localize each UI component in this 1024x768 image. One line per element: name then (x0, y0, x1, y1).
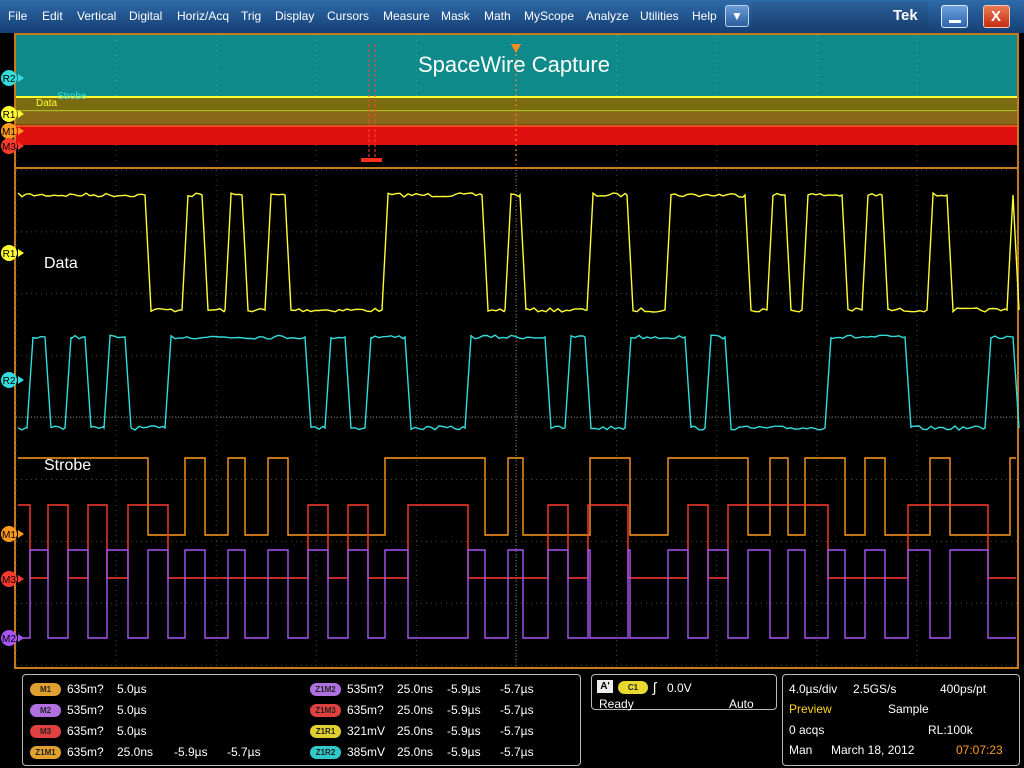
trigger-level: 0.0V (667, 681, 692, 695)
overview-data-label: Data (36, 98, 58, 109)
m3-overview-marker-label: M3 (2, 142, 16, 153)
measurement-badge: Z1M3 (310, 704, 341, 717)
measurement-value: 5.0µs (117, 724, 147, 738)
measurement-value: 535m? (67, 703, 104, 717)
r1-marker-arrow-icon (18, 249, 24, 257)
waveform-display[interactable]: SpaceWire Capture Strobe Data Data Strob… (0, 0, 1024, 668)
m3-marker-arrow-icon (18, 575, 24, 583)
trigger-source-badge: C1 (618, 681, 648, 694)
measurement-badge: M1 (30, 683, 61, 696)
measurement-value: 25.0ns (117, 745, 154, 759)
overview-strobe-label: Strobe (57, 91, 87, 102)
clock-time: 07:07:23 (956, 743, 1003, 757)
measurement-value: -5.9µs (447, 703, 481, 717)
measurement-badge: M3 (30, 725, 61, 738)
date: March 18, 2012 (831, 743, 915, 757)
trigger-state: Ready (599, 697, 634, 711)
sample-rate: 2.5GS/s (853, 682, 897, 696)
measurement-value: -5.9µs (447, 682, 481, 696)
measurement-value: 635m? (67, 724, 104, 738)
acquisition-panel[interactable]: 4.0µs/div 2.5GS/s 400ps/pt Preview Sampl… (782, 674, 1020, 766)
time-per-div: 4.0µs/div (789, 682, 838, 696)
acquisition-mode: Sample (888, 702, 929, 716)
measurement-value: 635m? (67, 745, 104, 759)
measurement-value: -5.9µs (174, 745, 208, 759)
trigger-setting: Man (789, 743, 813, 757)
measurement-value: 321mV (347, 724, 386, 738)
measurement-badge: Z1M1 (30, 746, 61, 759)
measurement-badge: Z1R1 (310, 725, 341, 738)
resolution: 400ps/pt (940, 682, 987, 696)
measurement-value: -5.7µs (500, 724, 534, 738)
measurement-value: -5.7µs (500, 703, 534, 717)
trigger-slope-icon: ʃ (653, 679, 657, 695)
r2-overview-marker-label: R2 (3, 74, 16, 85)
r1-marker-label: R1 (3, 249, 16, 260)
measurement-value: 635m? (347, 703, 384, 717)
measurement-panel[interactable]: M1 635m? 5.0µs M2 535m? 5.0µs M3 635m? 5.0µs Z1M1… (22, 674, 581, 766)
trigger-panel[interactable]: A' C1 ʃ 0.0V Ready Auto (591, 674, 777, 711)
measurement-value: 5.0µs (117, 703, 147, 717)
r2-marker-arrow-icon (18, 376, 24, 384)
m2-marker-arrow-icon (18, 634, 24, 642)
measurement-value: 385mV (347, 745, 386, 759)
measurement-value: 25.0ns (397, 745, 434, 759)
measurement-badge: Z1M2 (310, 683, 341, 696)
preview-status: Preview (789, 702, 832, 716)
measurement-value: -5.7µs (500, 682, 534, 696)
acquisition-count: 0 acqs (789, 723, 825, 737)
overview-r1-band (16, 112, 1017, 124)
measurement-badge: Z1R2 (310, 746, 341, 759)
trigger-mode-badge: A' (597, 680, 613, 693)
r1-overview-marker-label: R1 (3, 110, 16, 121)
r2-marker-label: R2 (3, 376, 16, 387)
m1-overview-marker-label: M1 (2, 127, 16, 138)
zoom-position-marker[interactable] (361, 158, 382, 162)
m1-marker-label: M1 (2, 530, 16, 541)
measurement-value: 25.0ns (397, 703, 434, 717)
measurement-badge: M2 (30, 704, 61, 717)
measurement-value: 635m? (67, 682, 104, 696)
measurement-value: 535m? (347, 682, 384, 696)
measurement-value: -5.9µs (447, 745, 481, 759)
trace-label-strobe: Strobe (44, 457, 91, 474)
m2-marker-label: M2 (2, 634, 16, 645)
trace-m2 (18, 549, 1016, 639)
measurement-value: -5.7µs (227, 745, 261, 759)
measurement-value: 5.0µs (117, 682, 147, 696)
trace-label-data: Data (44, 255, 78, 272)
measurement-value: 25.0ns (397, 682, 434, 696)
measurement-value: -5.7µs (500, 745, 534, 759)
measurement-value: -5.9µs (447, 724, 481, 738)
trigger-mode: Auto (729, 697, 754, 711)
measurement-value: 25.0ns (397, 724, 434, 738)
trace-r1-data (17, 191, 1020, 314)
overview-title: SpaceWire Capture (418, 52, 610, 77)
record-length: RL:100k (928, 723, 973, 737)
m3-marker-label: M3 (2, 575, 16, 586)
m1-marker-arrow-icon (18, 530, 24, 538)
trace-r2 (17, 334, 1020, 431)
